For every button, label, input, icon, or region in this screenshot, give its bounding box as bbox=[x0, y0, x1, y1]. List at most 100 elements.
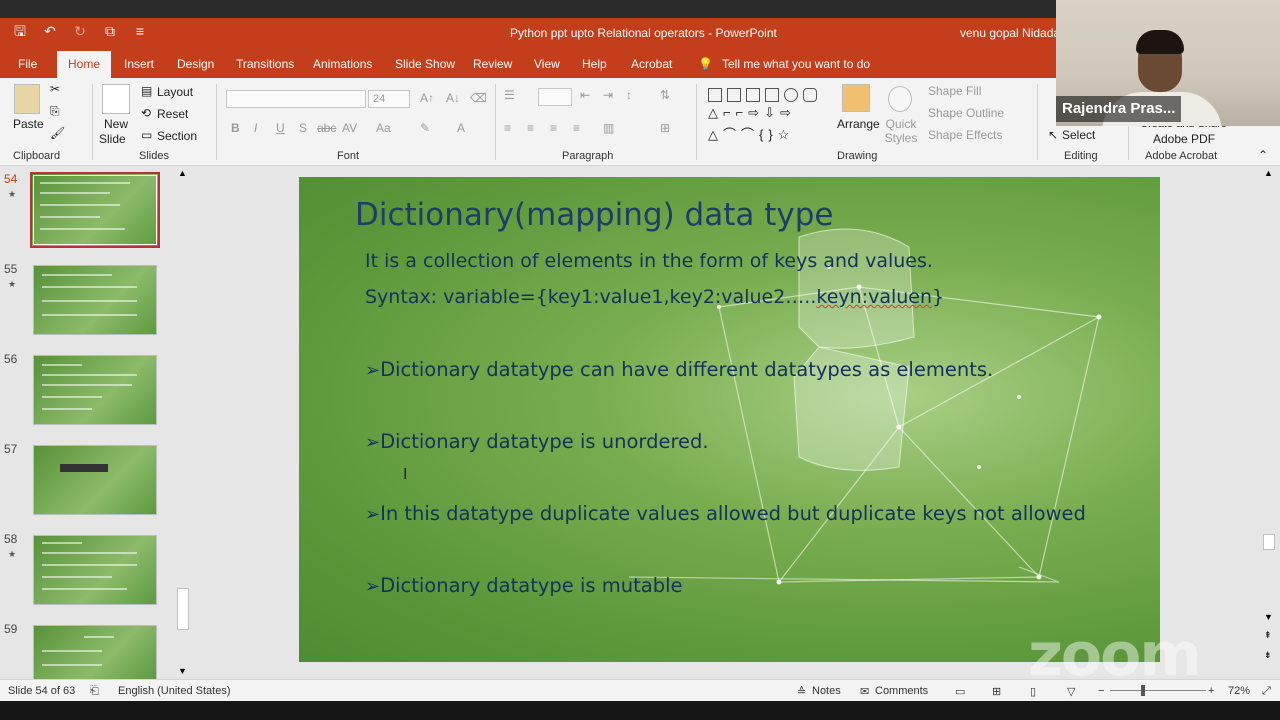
scroll-down-icon[interactable]: ▼ bbox=[1264, 612, 1273, 622]
justify-icon[interactable]: ≡ bbox=[573, 121, 580, 135]
scrollbar-thumb[interactable] bbox=[177, 588, 189, 630]
save-icon[interactable]: 🖫 bbox=[12, 23, 28, 39]
tab-home[interactable]: Home bbox=[57, 51, 112, 79]
scroll-down-icon[interactable]: ▼ bbox=[178, 666, 187, 676]
shapes-row-3-icon[interactable]: △⌒⌒{}☆ bbox=[708, 124, 794, 143]
slide-thumbnail-59[interactable] bbox=[33, 625, 157, 679]
paste-button[interactable]: Paste bbox=[13, 117, 44, 131]
user-name[interactable]: venu gopal Nidadal bbox=[960, 26, 1063, 40]
comments-button[interactable]: Comments bbox=[875, 685, 928, 697]
shape-outline-button[interactable]: Shape Outline bbox=[928, 106, 1004, 120]
tell-me-search[interactable]: Tell me what you want to do bbox=[722, 57, 870, 71]
tab-view[interactable]: View bbox=[534, 57, 560, 71]
format-painter-icon[interactable]: 🖌 bbox=[50, 126, 65, 140]
shape-effects-button[interactable]: Shape Effects bbox=[928, 128, 1003, 142]
shapes-row-2-icon[interactable]: △⌐⌐⇨⇩⇨ bbox=[708, 105, 796, 121]
create-pdf-line-2[interactable]: Adobe PDF bbox=[1153, 132, 1215, 146]
smartart-icon[interactable]: ⊞ bbox=[660, 121, 670, 135]
change-case-button[interactable]: Aa bbox=[376, 121, 391, 135]
cut-icon[interactable]: ✂ bbox=[50, 82, 60, 96]
shape-fill-button[interactable]: Shape Fill bbox=[928, 84, 981, 98]
new-slide-label-2[interactable]: Slide bbox=[99, 132, 126, 146]
reset-button[interactable]: Reset bbox=[157, 107, 188, 121]
scroll-up-icon[interactable]: ▲ bbox=[1264, 168, 1273, 178]
slide-thumbnail-58[interactable] bbox=[33, 535, 157, 605]
slide-thumbnail-54[interactable] bbox=[30, 172, 160, 248]
present-from-start-icon[interactable]: ⧉ bbox=[102, 23, 118, 39]
highlight-icon[interactable]: ✎ bbox=[420, 121, 430, 135]
paste-icon[interactable] bbox=[14, 84, 40, 114]
new-slide-label-1[interactable]: New bbox=[104, 117, 128, 131]
layout-button[interactable]: Layout bbox=[157, 85, 193, 99]
next-slide-icon[interactable]: ⇟ bbox=[1264, 650, 1272, 661]
zoom-slider-track[interactable] bbox=[1110, 690, 1206, 691]
italic-button[interactable]: I bbox=[254, 121, 257, 135]
decrease-font-icon[interactable]: A↓ bbox=[446, 91, 460, 105]
align-right-icon[interactable]: ≡ bbox=[550, 121, 557, 135]
decrease-indent-icon[interactable]: ⇤ bbox=[580, 88, 590, 102]
tab-animations[interactable]: Animations bbox=[313, 57, 372, 71]
notes-button[interactable]: Notes bbox=[812, 685, 841, 697]
zoom-level[interactable]: 72% bbox=[1228, 685, 1250, 697]
strikethrough-button[interactable]: abc bbox=[317, 121, 336, 135]
tab-design[interactable]: Design bbox=[177, 57, 214, 71]
arrange-button[interactable]: Arrange bbox=[837, 117, 880, 131]
text-direction-icon[interactable]: ⇅ bbox=[660, 88, 670, 102]
underline-button[interactable]: U bbox=[276, 121, 285, 135]
tab-file[interactable]: File bbox=[18, 57, 37, 71]
scrollbar-thumb[interactable] bbox=[1263, 534, 1275, 550]
tab-insert[interactable]: Insert bbox=[124, 57, 154, 71]
select-button[interactable]: Select bbox=[1062, 128, 1095, 142]
tab-slide-show[interactable]: Slide Show bbox=[395, 57, 455, 71]
undo-icon[interactable]: ↶ bbox=[42, 23, 58, 39]
slide-thumbnail-57[interactable] bbox=[33, 445, 157, 515]
slide-thumbnail-55[interactable] bbox=[33, 265, 157, 335]
quick-styles-button[interactable]: Quick Styles bbox=[884, 117, 918, 145]
normal-view-icon[interactable]: ▭ bbox=[955, 685, 965, 698]
slide-thumbnail-56[interactable] bbox=[33, 355, 157, 425]
quick-styles-icon[interactable] bbox=[888, 86, 912, 112]
slide-scrollbar[interactable]: ▲ ▼ ⇞ ⇟ bbox=[1262, 166, 1276, 679]
line-spacing-icon[interactable]: ↕ bbox=[626, 88, 632, 102]
increase-font-icon[interactable]: A↑ bbox=[420, 91, 434, 105]
char-spacing-button[interactable]: AV bbox=[342, 121, 357, 135]
section-button[interactable]: Section bbox=[157, 129, 197, 143]
align-center-icon[interactable]: ≡ bbox=[527, 121, 534, 135]
zoom-in-icon[interactable]: + bbox=[1208, 685, 1214, 697]
line-shape-icon[interactable] bbox=[727, 88, 741, 102]
customize-qat-icon[interactable]: ≡ bbox=[132, 23, 148, 39]
textbox-shape-icon[interactable] bbox=[708, 88, 722, 102]
line-shape-icon[interactable] bbox=[746, 88, 760, 102]
tab-transitions[interactable]: Transitions bbox=[236, 57, 294, 71]
align-left-icon[interactable]: ≡ bbox=[504, 121, 511, 135]
numbering-dropdown[interactable] bbox=[538, 88, 572, 106]
shadow-button[interactable]: S bbox=[299, 121, 307, 135]
prev-slide-icon[interactable]: ⇞ bbox=[1264, 630, 1272, 641]
columns-icon[interactable]: ▥ bbox=[603, 121, 614, 135]
collapse-ribbon-icon[interactable]: ⌃ bbox=[1258, 148, 1268, 162]
tab-review[interactable]: Review bbox=[473, 57, 512, 71]
bold-button[interactable]: B bbox=[231, 121, 240, 135]
rounded-rect-shape-icon[interactable] bbox=[803, 88, 817, 102]
redo-icon[interactable]: ↻ bbox=[72, 23, 88, 39]
fit-to-window-icon[interactable]: ⤢ bbox=[1262, 685, 1271, 698]
thumbnail-scrollbar[interactable]: ▲ ▼ bbox=[176, 166, 190, 679]
current-slide[interactable]: Dictionary(mapping) data type It is a co… bbox=[299, 177, 1160, 662]
accessibility-icon[interactable]: ⎗ bbox=[90, 685, 99, 698]
oval-shape-icon[interactable] bbox=[784, 88, 798, 102]
tab-acrobat[interactable]: Acrobat bbox=[631, 57, 672, 71]
tab-help[interactable]: Help bbox=[582, 57, 607, 71]
clear-formatting-icon[interactable]: ⌫ bbox=[470, 91, 487, 105]
arrange-icon[interactable] bbox=[842, 84, 870, 112]
slide-sorter-icon[interactable]: ⊞ bbox=[992, 685, 1001, 698]
new-slide-icon[interactable] bbox=[102, 84, 130, 114]
increase-indent-icon[interactable]: ⇥ bbox=[603, 88, 613, 102]
language-indicator[interactable]: English (United States) bbox=[118, 685, 231, 697]
copy-icon[interactable]: ⎘ bbox=[50, 104, 60, 119]
bullets-icon[interactable]: ☰ bbox=[504, 88, 515, 102]
font-color-button[interactable]: A bbox=[457, 121, 465, 135]
font-family-combo[interactable] bbox=[226, 90, 366, 108]
rectangle-shape-icon[interactable] bbox=[765, 88, 779, 102]
font-size-combo[interactable]: 24 bbox=[368, 90, 410, 108]
scroll-up-icon[interactable]: ▲ bbox=[178, 168, 187, 178]
